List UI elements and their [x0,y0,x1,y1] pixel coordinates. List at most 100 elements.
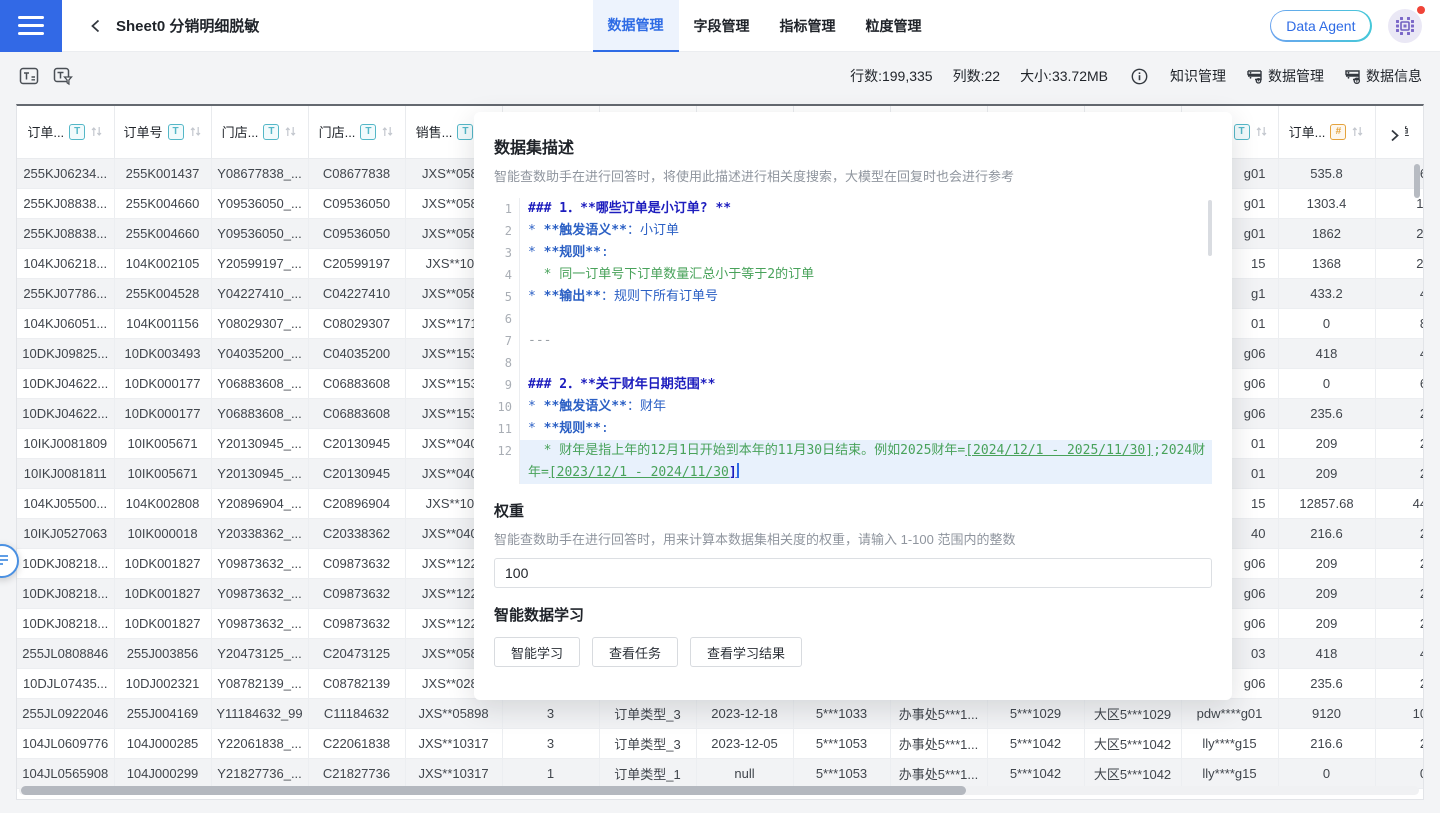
line-content: * **触发语义**：小订单 [520,220,1212,242]
view-tasks-button[interactable]: 查看任务 [592,637,678,667]
line-number: 4 [494,264,520,286]
vertical-scrollbar[interactable] [1414,164,1420,198]
sort-icon[interactable] [381,125,394,138]
tab-data-management[interactable]: 数据管理 [593,0,679,52]
back-button[interactable] [84,14,108,38]
horizontal-scrollbar[interactable] [21,786,966,795]
table-cell: 209 [1278,578,1375,608]
line-number: 5 [494,286,520,308]
line-number: 11 [494,418,520,440]
table-cell: 104JL0609776 [17,728,114,758]
editor-line[interactable]: 11* **规则**: [494,418,1212,440]
table-cell: 6 [1375,368,1424,398]
dataset-description-panel: 数据集描述 智能查数助手在进行回答时，将使用此描述进行相关度搜索，大模型在回复时… [474,112,1232,700]
table-cell: 10DK001827 [114,548,211,578]
table-cell: C08029307 [308,308,405,338]
column-header[interactable]: 订单号T [114,106,211,158]
table-cell: C20338362 [308,518,405,548]
editor-line[interactable]: 10* **触发语义**：财年 [494,396,1212,418]
tab-granularity-management[interactable]: 粒度管理 [851,0,937,52]
table-cell: 办事处5***1... [890,758,987,788]
editor-line[interactable]: 12 * 财年是指上年的12月1日开始到本年的11月30日结束。例如2025财年… [494,440,1212,484]
table-cell: C20473125 [308,638,405,668]
smart-learning-buttons: 智能学习 查看任务 查看学习结果 [494,637,1212,667]
expand-columns-button[interactable] [1383,124,1405,146]
table-cell: 3 [502,728,599,758]
avatar[interactable] [1388,9,1422,43]
table-cell: 办事处5***1... [890,728,987,758]
table-cell: 255K004660 [114,188,211,218]
table-cell: 209 [1278,608,1375,638]
table-cell: 订单类型_3 [599,728,696,758]
table-cell: 0 [1375,758,1424,788]
column-label: 销售... [416,122,453,141]
table-cell: 255KJ08838... [17,218,114,248]
tab-field-management[interactable]: 字段管理 [679,0,765,52]
editor-line[interactable]: 8 [494,352,1212,374]
table-toolbar: 行数:199,335 列数:22 大小:33.72MB 知识管理 数据管理 数据… [0,52,1440,100]
table-cell: 10DJ002321 [114,668,211,698]
column-header[interactable]: 门店...T [308,106,405,158]
table-cell: 255J004169 [114,698,211,728]
sort-icon[interactable] [1255,125,1268,138]
sort-icon[interactable] [189,125,202,138]
data-agent-button[interactable]: Data Agent [1270,10,1372,42]
table-cell: 0 [1278,758,1375,788]
weight-input[interactable] [494,558,1212,588]
table-cell: 433.2 [1278,278,1375,308]
field-filter-button[interactable] [52,65,74,87]
info-icon[interactable] [1128,65,1150,87]
column-header[interactable]: 门店...T [211,106,308,158]
editor-line[interactable]: 5* **输出**：规则下所有订单号 [494,286,1212,308]
line-content [520,352,1212,374]
table-cell: 10DK001827 [114,578,211,608]
table-cell: 0 [1278,308,1375,338]
table-cell: 5***1033 [793,698,890,728]
line-content: * **输出**：规则下所有订单号 [520,286,1212,308]
editor-line[interactable]: 3* **规则**: [494,242,1212,264]
knowledge-management-button[interactable]: 知识管理 [1170,66,1226,86]
table-cell: 104KJ06051... [17,308,114,338]
view-results-button[interactable]: 查看学习结果 [690,637,802,667]
editor-line[interactable]: 6 [494,308,1212,330]
data-size: 大小:33.72MB [1020,66,1108,86]
column-header[interactable]: 订单...T [17,106,114,158]
editor-line[interactable]: 7--- [494,330,1212,352]
table-cell: C22061838 [308,728,405,758]
field-name-toggle-button[interactable] [18,65,40,87]
line-number: 9 [494,374,520,396]
table-cell: Y06883608_... [211,368,308,398]
table-cell: 104K002808 [114,488,211,518]
table-cell: Y09536050_... [211,218,308,248]
data-management-button[interactable]: 数据管理 [1246,66,1324,86]
table-cell: 104KJ05500... [17,488,114,518]
line-number: 8 [494,352,520,374]
editor-line[interactable]: 2* **触发语义**：小订单 [494,220,1212,242]
sort-icon[interactable] [284,125,297,138]
table-cell: 104J000299 [114,758,211,788]
sort-icon[interactable] [90,125,103,138]
editor-line[interactable]: 4 * 同一订单号下订单数量汇总小于等于2的订单 [494,264,1212,286]
table-cell: 大区5***1042 [1084,758,1181,788]
sort-icon[interactable] [1351,125,1364,138]
editor-line[interactable]: 9### 2．**关于财年日期范围** [494,374,1212,396]
column-label: 订单... [1289,122,1326,141]
dataset-description-title: 数据集描述 [494,134,1212,158]
description-code-editor[interactable]: 1### 1．**哪些订单是小订单? **2* **触发语义**：小订单3* *… [494,198,1212,484]
tab-metric-management[interactable]: 指标管理 [765,0,851,52]
table-cell: 2 [1375,578,1424,608]
table-cell: 255K004528 [114,278,211,308]
line-content: * 同一订单号下订单数量汇总小于等于2的订单 [520,264,1212,286]
smart-learn-button[interactable]: 智能学习 [494,637,580,667]
editor-scrollbar[interactable] [1208,200,1212,256]
data-info-button[interactable]: 数据信息 [1344,66,1422,86]
table-cell: lly****g15 [1181,728,1278,758]
editor-line[interactable]: 1### 1．**哪些订单是小订单? ** [494,198,1212,220]
table-cell: Y11184632_99 [211,698,308,728]
column-label: 订单号 [123,122,162,141]
table-cell: 5***1053 [793,728,890,758]
table-cell: Y09873632_... [211,548,308,578]
column-header[interactable]: 订单...# [1278,106,1375,158]
database-gear-icon [1246,68,1263,85]
hamburger-menu-button[interactable] [0,0,62,52]
